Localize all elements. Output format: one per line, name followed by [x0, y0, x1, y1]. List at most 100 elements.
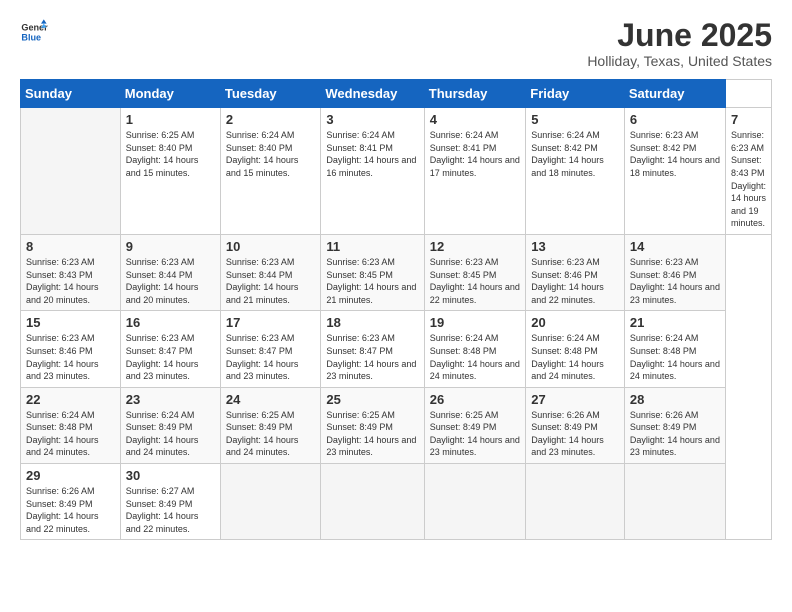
day-number: 3 [326, 112, 418, 127]
day-detail: Sunrise: 6:24 AMSunset: 8:48 PMDaylight:… [531, 332, 619, 382]
day-number: 4 [430, 112, 520, 127]
day-number: 10 [226, 239, 315, 254]
day-detail: Sunrise: 6:27 AMSunset: 8:49 PMDaylight:… [126, 485, 215, 535]
day-number: 20 [531, 315, 619, 330]
calendar-cell: 27 Sunrise: 6:26 AMSunset: 8:49 PMDayligh… [526, 387, 625, 463]
calendar-cell: 3 Sunrise: 6:24 AMSunset: 8:41 PMDaylight… [321, 108, 424, 235]
calendar-cell: 10 Sunrise: 6:23 AMSunset: 8:44 PMDayligh… [220, 234, 320, 310]
calendar-cell [21, 108, 121, 235]
page: General Blue June 2025 Holliday, Texas, … [0, 0, 792, 612]
day-detail: Sunrise: 6:23 AMSunset: 8:47 PMDaylight:… [326, 332, 418, 382]
day-detail: Sunrise: 6:23 AMSunset: 8:46 PMDaylight:… [531, 256, 619, 306]
calendar-cell: 12 Sunrise: 6:23 AMSunset: 8:45 PMDayligh… [424, 234, 525, 310]
day-detail: Sunrise: 6:23 AMSunset: 8:42 PMDaylight:… [630, 129, 720, 179]
day-detail: Sunrise: 6:23 AMSunset: 8:44 PMDaylight:… [126, 256, 215, 306]
day-number: 5 [531, 112, 619, 127]
calendar-cell: 19Sunrise: 6:24 AMSunset: 8:48 PMDayligh… [424, 311, 525, 387]
calendar-cell [624, 464, 725, 540]
day-number: 25 [326, 392, 418, 407]
day-detail: Sunrise: 6:24 AMSunset: 8:48 PMDaylight:… [630, 332, 720, 382]
day-number: 14 [630, 239, 720, 254]
day-detail: Sunrise: 6:24 AMSunset: 8:41 PMDaylight:… [326, 129, 418, 179]
day-detail: Sunrise: 6:23 AMSunset: 8:47 PMDaylight:… [226, 332, 315, 382]
day-number: 16 [126, 315, 215, 330]
day-number: 26 [430, 392, 520, 407]
day-detail: Sunrise: 6:25 AMSunset: 8:49 PMDaylight:… [326, 409, 418, 459]
calendar-cell: 17 Sunrise: 6:23 AMSunset: 8:47 PMDayligh… [220, 311, 320, 387]
day-detail: Sunrise: 6:25 AMSunset: 8:40 PMDaylight:… [126, 129, 215, 179]
calendar-cell: 13 Sunrise: 6:23 AMSunset: 8:46 PMDayligh… [526, 234, 625, 310]
calendar-cell: 5Sunrise: 6:24 AMSunset: 8:42 PMDaylight… [526, 108, 625, 235]
calendar-cell: 6Sunrise: 6:23 AMSunset: 8:42 PMDaylight… [624, 108, 725, 235]
day-detail: Sunrise: 6:23 AMSunset: 8:45 PMDaylight:… [326, 256, 418, 306]
day-number: 9 [126, 239, 215, 254]
calendar-cell: 2 Sunrise: 6:24 AMSunset: 8:40 PMDaylight… [220, 108, 320, 235]
day-number: 22 [26, 392, 115, 407]
svg-text:Blue: Blue [21, 32, 41, 42]
calendar-cell: 4Sunrise: 6:24 AMSunset: 8:41 PMDaylight… [424, 108, 525, 235]
calendar-cell: 24 Sunrise: 6:25 AMSunset: 8:49 PMDayligh… [220, 387, 320, 463]
day-number: 8 [26, 239, 115, 254]
day-detail: Sunrise: 6:26 AMSunset: 8:49 PMDaylight:… [531, 409, 619, 459]
header: General Blue June 2025 Holliday, Texas, … [20, 18, 772, 69]
calendar-cell: 18 Sunrise: 6:23 AMSunset: 8:47 PMDayligh… [321, 311, 424, 387]
day-number: 23 [126, 392, 215, 407]
calendar-cell [321, 464, 424, 540]
calendar-cell: 26 Sunrise: 6:25 AMSunset: 8:49 PMDayligh… [424, 387, 525, 463]
col-thursday: Thursday [424, 80, 525, 108]
col-friday: Friday [526, 80, 625, 108]
day-number: 27 [531, 392, 619, 407]
day-number: 15 [26, 315, 115, 330]
day-detail: Sunrise: 6:25 AMSunset: 8:49 PMDaylight:… [226, 409, 315, 459]
day-number: 18 [326, 315, 418, 330]
calendar-cell: 7 Sunrise: 6:23 AMSunset: 8:43 PMDaylight… [725, 108, 771, 235]
col-tuesday: Tuesday [220, 80, 320, 108]
day-number: 1 [126, 112, 215, 127]
calendar-cell: 9 Sunrise: 6:23 AMSunset: 8:44 PMDaylight… [120, 234, 220, 310]
day-number: 13 [531, 239, 619, 254]
calendar-cell: 16 Sunrise: 6:23 AMSunset: 8:47 PMDayligh… [120, 311, 220, 387]
title-block: June 2025 Holliday, Texas, United States [587, 18, 772, 69]
calendar-cell: 14 Sunrise: 6:23 AMSunset: 8:46 PMDayligh… [624, 234, 725, 310]
day-detail: Sunrise: 6:26 AMSunset: 8:49 PMDaylight:… [26, 485, 115, 535]
calendar-cell: 23 Sunrise: 6:24 AMSunset: 8:49 PMDayligh… [120, 387, 220, 463]
day-detail: Sunrise: 6:23 AMSunset: 8:46 PMDaylight:… [630, 256, 720, 306]
day-number: 21 [630, 315, 720, 330]
calendar-cell: 8 Sunrise: 6:23 AMSunset: 8:43 PMDaylight… [21, 234, 121, 310]
day-detail: Sunrise: 6:24 AMSunset: 8:48 PMDaylight:… [26, 409, 115, 459]
calendar-cell: 15Sunrise: 6:23 AMSunset: 8:46 PMDayligh… [21, 311, 121, 387]
day-detail: Sunrise: 6:23 AMSunset: 8:43 PMDaylight:… [26, 256, 115, 306]
day-number: 11 [326, 239, 418, 254]
day-number: 30 [126, 468, 215, 483]
calendar-cell: 25 Sunrise: 6:25 AMSunset: 8:49 PMDayligh… [321, 387, 424, 463]
col-wednesday: Wednesday [321, 80, 424, 108]
col-saturday: Saturday [624, 80, 725, 108]
logo: General Blue [20, 18, 48, 46]
day-number: 12 [430, 239, 520, 254]
calendar-cell: 30 Sunrise: 6:27 AMSunset: 8:49 PMDayligh… [120, 464, 220, 540]
day-detail: Sunrise: 6:23 AMSunset: 8:47 PMDaylight:… [126, 332, 215, 382]
logo-icon: General Blue [20, 18, 48, 46]
header-row: Sunday Monday Tuesday Wednesday Thursday… [21, 80, 772, 108]
day-number: 7 [731, 112, 766, 127]
day-detail: Sunrise: 6:24 AMSunset: 8:49 PMDaylight:… [126, 409, 215, 459]
calendar-cell [526, 464, 625, 540]
day-number: 28 [630, 392, 720, 407]
day-detail: Sunrise: 6:26 AMSunset: 8:49 PMDaylight:… [630, 409, 720, 459]
day-number: 2 [226, 112, 315, 127]
calendar-cell: 20 Sunrise: 6:24 AMSunset: 8:48 PMDayligh… [526, 311, 625, 387]
day-number: 17 [226, 315, 315, 330]
day-detail: Sunrise: 6:24 AMSunset: 8:40 PMDaylight:… [226, 129, 315, 179]
day-number: 19 [430, 315, 520, 330]
month-title: June 2025 [587, 18, 772, 53]
day-number: 24 [226, 392, 315, 407]
calendar-cell: 22 Sunrise: 6:24 AMSunset: 8:48 PMDayligh… [21, 387, 121, 463]
location: Holliday, Texas, United States [587, 53, 772, 69]
day-detail: Sunrise: 6:25 AMSunset: 8:49 PMDaylight:… [430, 409, 520, 459]
day-detail: Sunrise: 6:23 AMSunset: 8:44 PMDaylight:… [226, 256, 315, 306]
calendar-cell: 28 Sunrise: 6:26 AMSunset: 8:49 PMDayligh… [624, 387, 725, 463]
calendar-cell: 11 Sunrise: 6:23 AMSunset: 8:45 PMDayligh… [321, 234, 424, 310]
day-number: 29 [26, 468, 115, 483]
day-detail: Sunrise: 6:23 AMSunset: 8:45 PMDaylight:… [430, 256, 520, 306]
day-detail: Sunrise: 6:23 AMSunset: 8:43 PMDaylight:… [731, 129, 766, 230]
